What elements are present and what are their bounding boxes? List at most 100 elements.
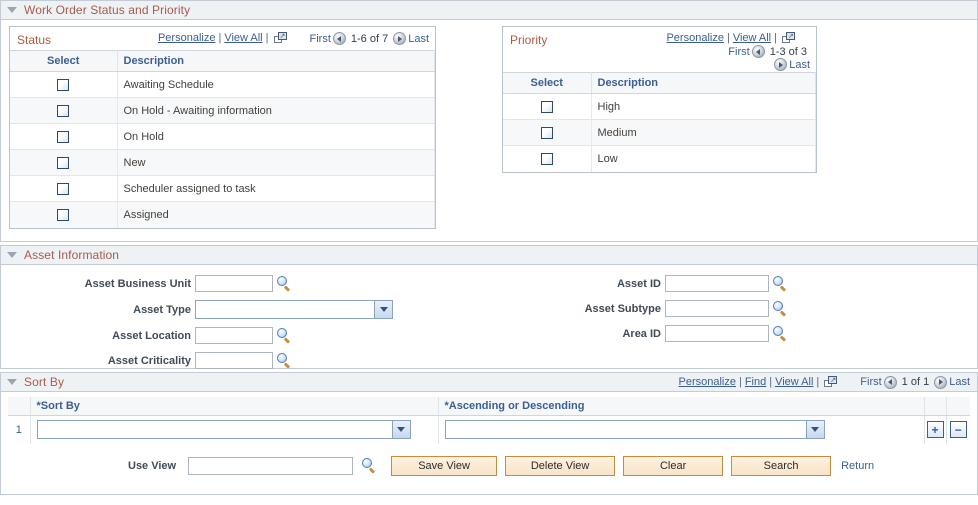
lookup-icon-asset-id[interactable] [772,275,788,292]
label-asset-subtype: Asset Subtype [584,302,661,315]
collapse-triangle-icon[interactable] [7,252,17,258]
collapse-triangle-icon[interactable] [7,379,17,385]
delete-row-button[interactable]: − [949,421,967,439]
status-new-window-icon[interactable]: ↗ [273,32,288,45]
lookup-icon-asset-location[interactable] [276,327,292,344]
sort-by-tools: Personalize | Find | View All | ↗ First … [678,375,977,389]
status-cell-select [10,175,118,202]
status-first-link[interactable]: First [310,33,331,45]
input-use-view[interactable] [188,456,354,475]
status-checkbox[interactable] [57,104,70,117]
status-checkbox[interactable] [57,208,70,221]
table-row: Medium [503,119,816,146]
priority-checkbox[interactable] [540,152,553,165]
field-area-id: Area ID [501,325,788,342]
dropdown-direction[interactable] [444,420,825,440]
section-title-asset-information: Asset Information [24,248,120,262]
save-view-button[interactable]: Save View [391,455,498,476]
lookup-icon-use-view[interactable] [361,457,377,474]
dropdown-asset-type-value [196,301,374,318]
priority-new-window-icon[interactable]: ↗ [782,32,796,45]
dropdown-asset-type[interactable] [195,300,393,319]
priority-checkbox[interactable] [540,126,553,139]
input-asset-id[interactable] [665,275,769,292]
sort-by-header-row: *Sort By *Ascending or Descending [8,397,970,416]
status-checkbox[interactable] [57,78,70,91]
status-grid-header: Status Personalize | View All | ↗ First [10,27,435,50]
priority-last-link[interactable]: Last [789,59,810,71]
sortby-col-add [924,397,947,416]
priority-first-link[interactable]: First [728,46,749,58]
return-link[interactable]: Return [841,460,874,472]
input-asset-location[interactable] [195,327,273,344]
priority-next-page-icon[interactable] [774,58,788,71]
sortby-cell-direction [438,415,925,444]
sortby-new-window-icon[interactable]: ↗ [824,375,838,389]
sortby-row-index: 1 [8,415,31,444]
status-checkbox[interactable] [57,182,70,195]
sortby-sep-2: | [769,376,773,388]
label-asset-type: Asset Type [133,303,191,316]
priority-grid-header: Priority Personalize | View All | ↗ Firs… [503,27,816,72]
chevron-down-icon[interactable] [805,421,824,439]
chevron-down-icon[interactable] [374,301,392,318]
sortby-pager: First 1 of 1 Last [860,375,970,389]
priority-grid-tools: Personalize | View All | ↗ First 1-3 of … [585,30,810,71]
sort-by-table: *Sort By *Ascending or Descending 1 + − [8,397,970,444]
priority-view-all-link[interactable]: View All [733,32,771,44]
collapse-triangle-icon[interactable] [7,7,17,13]
status-checkbox[interactable] [57,156,70,169]
status-view-all-link[interactable]: View All [224,32,262,44]
input-asset-criticality[interactable] [195,352,273,369]
status-last-link[interactable]: Last [408,33,429,45]
add-row-button[interactable]: + [926,421,944,439]
priority-checkbox[interactable] [540,100,553,113]
clear-button[interactable]: Clear [623,455,724,476]
status-cell-description: Assigned [117,201,435,228]
status-next-page-icon[interactable] [393,32,407,45]
status-personalize-link[interactable]: Personalize [158,32,215,44]
status-grid-tools: Personalize | View All | ↗ First 1-6 of … [158,30,429,45]
status-pager: First 1-6 of 7 Last [310,32,429,45]
priority-prev-page-icon[interactable] [751,45,765,58]
sortby-next-page-icon[interactable] [934,375,948,389]
status-checkbox[interactable] [57,130,70,143]
priority-personalize-link[interactable]: Personalize [666,32,723,44]
input-asset-subtype[interactable] [665,300,769,317]
status-table: Select Description Awaiting Schedule On … [10,50,435,228]
sortby-last-link[interactable]: Last [949,376,970,388]
status-cell-description: New [117,149,435,176]
status-cell-select [10,123,118,150]
dropdown-sort-by[interactable] [36,420,411,440]
sortby-first-link[interactable]: First [860,376,881,388]
section-header-status-priority[interactable]: Work Order Status and Priority [0,0,978,20]
lookup-icon-asset-subtype[interactable] [772,300,788,317]
table-row: Awaiting Schedule [10,71,435,98]
lookup-icon-area-id[interactable] [772,325,788,342]
status-cell-select [10,97,118,124]
sortby-find-link[interactable]: Find [745,376,766,388]
sortby-sep-1: | [738,376,742,388]
label-area-id: Area ID [622,327,661,340]
input-area-id[interactable] [665,325,769,342]
asset-right-column: Asset ID Asset Subtype Area ID [501,275,788,377]
work-order-search-page: Work Order Status and Priority Status Pe… [0,0,978,505]
chevron-down-icon[interactable] [391,421,410,439]
status-prev-page-icon[interactable] [332,32,346,45]
delete-view-button[interactable]: Delete View [505,455,616,476]
priority-table-header-row: Select Description [503,72,816,94]
priority-cell-description: Low [591,145,816,172]
sortby-prev-page-icon[interactable] [883,375,897,389]
lookup-icon-asset-business-unit[interactable] [276,275,292,292]
search-button[interactable]: Search [731,455,832,476]
lookup-icon-asset-criticality[interactable] [276,352,292,369]
priority-cell-select [503,93,592,120]
priority-pager-line2: Last [585,58,810,71]
sortby-personalize-link[interactable]: Personalize [678,376,735,388]
sortby-view-all-link[interactable]: View All [775,376,813,388]
section-header-asset-information[interactable]: Asset Information [0,245,978,265]
status-cell-description: Scheduler assigned to task [117,175,435,202]
input-asset-business-unit[interactable] [195,275,273,292]
section-title-status-priority: Work Order Status and Priority [24,3,191,17]
status-cell-description: On Hold - Awaiting information [117,97,435,124]
